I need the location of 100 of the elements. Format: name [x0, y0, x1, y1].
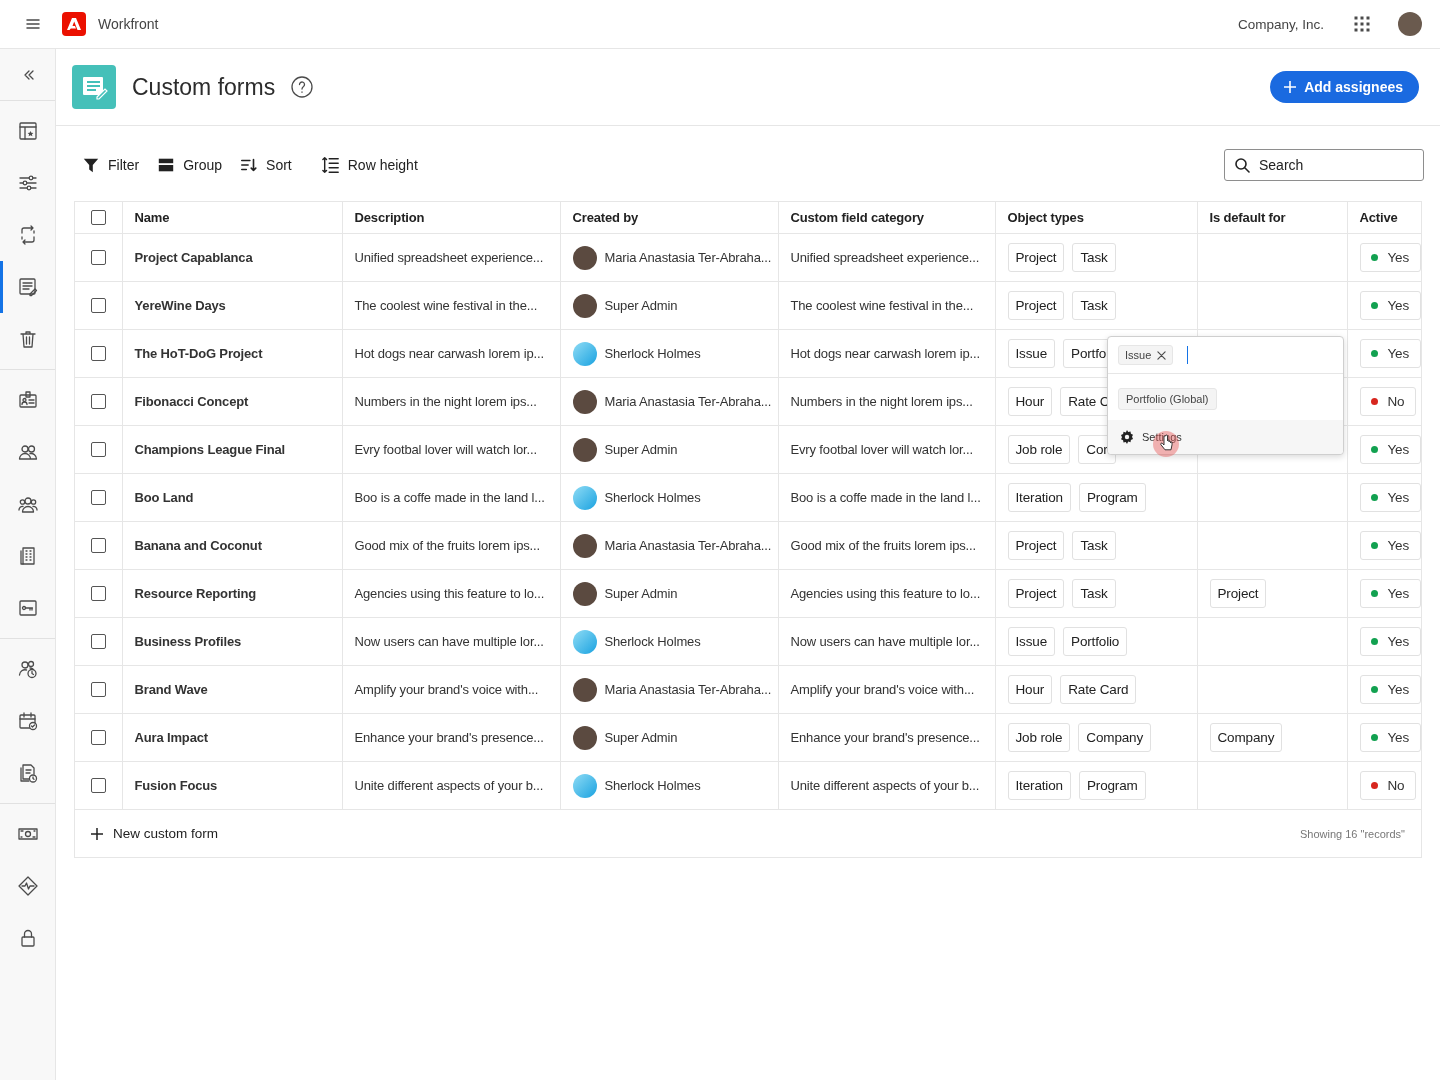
column-header[interactable]: Active — [1347, 202, 1421, 234]
chip-label: Issue — [1125, 349, 1152, 361]
default-type-tag: Project — [1209, 579, 1267, 608]
avatar — [572, 725, 597, 750]
creator-name: Super Admin — [604, 730, 678, 745]
row-checkbox[interactable] — [90, 730, 106, 745]
description-cell: Evry footbal lover will watch lor... — [342, 425, 560, 474]
toolbar-button[interactable]: Filter — [82, 156, 140, 174]
app-grid-button[interactable] — [1354, 16, 1370, 32]
help-button[interactable] — [291, 76, 314, 98]
form-name-cell: Brand Wave — [122, 665, 342, 714]
user-clock-icon — [17, 659, 38, 679]
close-icon — [1157, 350, 1167, 360]
calendar-check-icon — [17, 711, 38, 731]
category-cell: Good mix of the fruits lorem ips... — [778, 521, 995, 570]
form-name-cell: Boo Land — [122, 473, 342, 522]
row-checkbox[interactable] — [90, 490, 106, 505]
help-icon — [291, 76, 314, 98]
description-cell: Hot dogs near carwash lorem ip... — [342, 329, 560, 378]
menu-icon — [26, 17, 40, 31]
object-type-tag: Iteration — [1007, 483, 1071, 512]
description-cell: Now users can have multiple lor... — [342, 617, 560, 666]
column-header[interactable]: Name — [122, 202, 342, 234]
column-header[interactable]: Object types — [995, 202, 1197, 234]
sliders-icon — [17, 173, 38, 193]
form-list-icon — [17, 277, 38, 297]
user-avatar[interactable] — [1398, 12, 1422, 36]
row-checkbox[interactable] — [90, 682, 106, 697]
object-type-tag: Issue — [1007, 339, 1056, 368]
object-type-tag: Program — [1078, 771, 1146, 800]
avatar — [572, 581, 597, 606]
creator-name: Super Admin — [604, 586, 678, 601]
option-chip[interactable]: Portfolio (Global) — [1118, 388, 1217, 410]
status-label: Yes — [1387, 538, 1410, 553]
column-header[interactable]: Custom field category — [778, 202, 995, 234]
building-icon — [17, 546, 38, 566]
form-name-cell: Champions League Final — [122, 425, 342, 474]
filter-icon — [82, 156, 100, 174]
status-label: Yes — [1387, 442, 1410, 457]
add-assignees-button[interactable]: Add assignees — [1270, 71, 1419, 103]
avatar — [572, 341, 597, 366]
object-type-tag: Job role — [1007, 435, 1071, 464]
key-icon — [17, 598, 38, 618]
row-checkbox[interactable] — [90, 442, 106, 457]
column-header[interactable]: Is default for — [1197, 202, 1347, 234]
app-name: Workfront — [98, 16, 159, 32]
document-clock-icon — [17, 763, 38, 783]
group-icon — [157, 156, 176, 174]
form-name-cell: Resource Reporting — [122, 569, 342, 618]
object-type-tag: Task — [1072, 579, 1116, 608]
object-type-tag: Project — [1007, 531, 1065, 560]
form-name-cell: Banana and Coconut — [122, 521, 342, 570]
description-cell: Good mix of the fruits lorem ips... — [342, 521, 560, 570]
diamond-pulse-icon — [17, 876, 38, 896]
object-type-tag: Task — [1072, 243, 1116, 272]
menu-button[interactable] — [26, 17, 40, 31]
category-cell: Agencies using this feature to lo... — [778, 569, 995, 618]
new-form-button[interactable]: New custom form — [91, 826, 219, 841]
description-cell: Boo is a coffe made in the land l... — [342, 473, 560, 522]
row-checkbox[interactable] — [90, 586, 106, 601]
search-field[interactable]: Search — [1224, 149, 1424, 181]
category-cell: The coolest wine festival in the... — [778, 281, 995, 330]
column-header[interactable]: Created by — [560, 202, 778, 234]
app-logo[interactable] — [62, 12, 86, 36]
select-all-checkbox[interactable] — [90, 210, 106, 225]
id-badge-icon — [17, 390, 38, 410]
row-checkbox[interactable] — [90, 394, 106, 409]
status-label: Yes — [1387, 730, 1410, 745]
row-checkbox[interactable] — [90, 298, 106, 313]
remove-chip-button[interactable] — [1157, 350, 1167, 360]
object-type-tag: Hour — [1007, 675, 1053, 704]
row-checkbox[interactable] — [90, 778, 106, 793]
row-checkbox[interactable] — [90, 538, 106, 553]
form-name-cell: The HoT-DoG Project — [122, 329, 342, 378]
sort-icon — [240, 156, 259, 174]
users-icon — [17, 442, 38, 462]
creator-name: Maria Anastasia Ter-Abraha... — [604, 538, 772, 553]
toolbar-button[interactable]: Row height — [321, 156, 418, 174]
status-label: Yes — [1387, 490, 1410, 505]
object-type-tag: Task — [1072, 531, 1116, 560]
row-checkbox[interactable] — [90, 250, 106, 265]
form-name-cell: Aura Impact — [122, 713, 342, 762]
column-header[interactable]: Description — [342, 202, 560, 234]
row-height-icon — [321, 156, 340, 174]
default-type-tag: Company — [1209, 723, 1283, 752]
form-name-cell: Business Profiles — [122, 617, 342, 666]
row-checkbox[interactable] — [90, 634, 106, 649]
status-label: No — [1387, 394, 1405, 409]
avatar — [572, 677, 597, 702]
form-name-cell: Project Capablanca — [122, 233, 342, 282]
object-type-tag: Program — [1078, 483, 1146, 512]
form-list-icon — [72, 65, 116, 109]
toolbar-button[interactable]: Group — [157, 156, 223, 174]
avatar — [572, 773, 597, 798]
avatar — [572, 533, 597, 558]
row-checkbox[interactable] — [90, 346, 106, 361]
category-cell: Unite different aspects of your b... — [778, 761, 995, 810]
creator-name: Maria Anastasia Ter-Abraha... — [604, 394, 772, 409]
avatar — [572, 389, 597, 414]
toolbar-button[interactable]: Sort — [240, 156, 292, 174]
